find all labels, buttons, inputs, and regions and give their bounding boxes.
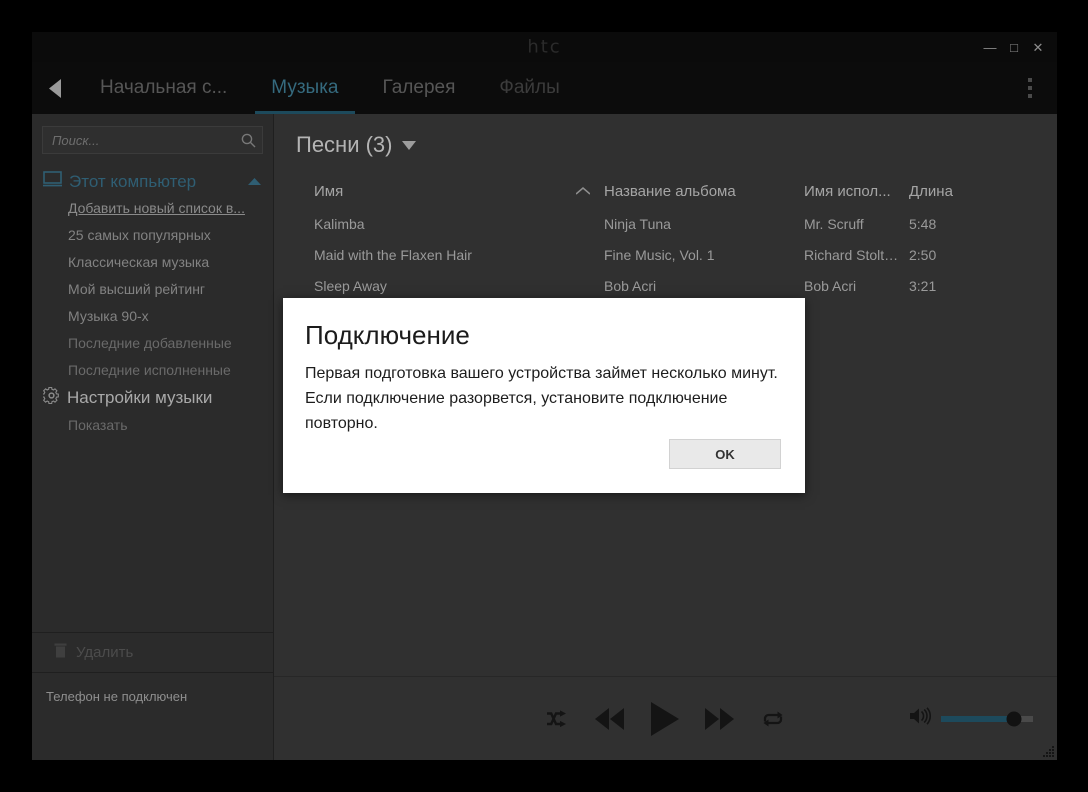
- sidebar-item-classical[interactable]: Классическая музыка: [32, 249, 273, 276]
- sidebar-item-add-playlist[interactable]: Добавить новый список в...: [32, 195, 273, 222]
- gear-icon: [41, 386, 60, 409]
- column-header-artist[interactable]: Имя испол...: [804, 183, 909, 200]
- tab-bar: Начальная с... Музыка Галерея Файлы: [32, 62, 1057, 114]
- close-button[interactable]: ✕: [1027, 35, 1049, 59]
- sidebar-item-show[interactable]: Показать: [32, 412, 273, 439]
- table-row[interactable]: Sleep Away Bob Acri Bob Acri 3:21: [274, 270, 1057, 301]
- cell-length: 5:48: [909, 215, 937, 232]
- minimize-button[interactable]: —: [979, 35, 1001, 59]
- delete-button[interactable]: Удалить: [32, 632, 273, 672]
- search-box[interactable]: [42, 126, 263, 154]
- volume-slider[interactable]: [941, 711, 1033, 726]
- sidebar-item-top-25[interactable]: 25 самых популярных: [32, 222, 273, 249]
- tab-files-label: Файлы: [499, 77, 560, 98]
- dot: [1028, 86, 1032, 90]
- track-table: Имя Название альбома Имя испол... Длина …: [274, 160, 1057, 301]
- search-container: [32, 114, 273, 160]
- volume-slider-knob[interactable]: [1006, 711, 1022, 726]
- chevron-up-icon[interactable]: [248, 173, 261, 191]
- htc-logo: htc: [527, 36, 562, 58]
- delete-button-label: Удалить: [76, 644, 134, 661]
- connection-dialog: Подключение Первая подготовка вашего уст…: [283, 298, 805, 493]
- sidebar-item-recently-added[interactable]: Последние добавленные: [32, 330, 273, 357]
- table-row[interactable]: Kalimba Ninja Tuna Mr. Scruff 5:48: [274, 208, 1057, 239]
- connection-status-bar: Телефон не подключен: [32, 672, 273, 760]
- sidebar-item-90s-music[interactable]: Музыка 90-х: [32, 303, 273, 330]
- tab-gallery-label: Галерея: [382, 77, 456, 98]
- dialog-title: Подключение: [305, 320, 470, 350]
- cell-name: Kalimba: [314, 215, 365, 232]
- column-header-name[interactable]: Имя: [314, 183, 576, 200]
- volume-control: [910, 707, 1033, 730]
- content-header: Песни (3): [274, 114, 1057, 160]
- sidebar-item-top-rated[interactable]: Мой высший рейтинг: [32, 276, 273, 303]
- fast-forward-icon[interactable]: [704, 707, 735, 730]
- player-bar: [274, 676, 1057, 760]
- maximize-button[interactable]: □: [1003, 35, 1025, 59]
- cell-length: 2:50: [909, 246, 937, 263]
- sidebar-group-label: Этот компьютер: [69, 171, 197, 191]
- play-icon[interactable]: [650, 701, 679, 736]
- tab-music-label: Музыка: [271, 77, 339, 98]
- table-row[interactable]: Maid with the Flaxen Hair Fine Music, Vo…: [274, 239, 1057, 270]
- cell-length: 3:21: [909, 277, 937, 294]
- repeat-icon[interactable]: [761, 709, 785, 729]
- overflow-menu-icon[interactable]: [1017, 73, 1043, 103]
- tab-files[interactable]: Файлы: [477, 62, 581, 114]
- tab-gallery[interactable]: Галерея: [361, 62, 478, 114]
- volume-icon[interactable]: [910, 707, 932, 730]
- caret-down-icon[interactable]: [401, 140, 416, 150]
- table-header-row: Имя Название альбома Имя испол... Длина: [274, 174, 1057, 208]
- cell-album: Fine Music, Vol. 1: [604, 246, 715, 263]
- sidebar-item-recently-played[interactable]: Последние исполненные: [32, 357, 273, 384]
- shuffle-icon[interactable]: [546, 709, 569, 728]
- dot: [1028, 94, 1032, 98]
- navigation-list: Этот компьютер Добавить новый список в..…: [32, 160, 273, 632]
- tab-music[interactable]: Музыка: [249, 62, 360, 114]
- volume-slider-fill: [941, 715, 1014, 722]
- dialog-ok-button[interactable]: OK: [669, 439, 781, 469]
- monitor-icon: [43, 171, 62, 192]
- cell-album: Bob Acri: [604, 277, 657, 294]
- tab-home-label: Начальная с...: [100, 77, 228, 98]
- cell-name: Sleep Away: [314, 277, 387, 294]
- column-header-album[interactable]: Название альбома: [604, 183, 804, 200]
- sidebar-group-this-computer[interactable]: Этот компьютер: [32, 168, 273, 195]
- search-input[interactable]: [52, 132, 241, 148]
- column-header-length[interactable]: Длина: [909, 183, 979, 200]
- back-arrow-icon[interactable]: [32, 62, 78, 114]
- search-icon[interactable]: [241, 133, 256, 148]
- trash-icon: [54, 642, 67, 663]
- window-controls: — □ ✕: [979, 32, 1049, 62]
- cell-artist: Mr. Scruff: [804, 215, 864, 232]
- cell-artist: Richard Stoltzma...: [804, 246, 909, 263]
- rewind-icon[interactable]: [594, 707, 625, 730]
- transport-controls: [546, 701, 785, 736]
- page-title: Песни (3): [296, 132, 393, 157]
- cell-album: Ninja Tuna: [604, 215, 671, 232]
- cell-name: Maid with the Flaxen Hair: [314, 246, 472, 263]
- sort-ascending-icon[interactable]: [576, 187, 604, 195]
- connection-status-text: Телефон не подключен: [46, 689, 188, 704]
- title-bar[interactable]: htc — □ ✕: [32, 32, 1057, 62]
- cell-artist: Bob Acri: [804, 277, 857, 294]
- tab-home[interactable]: Начальная с...: [78, 62, 249, 114]
- sidebar-settings-label: Настройки музыки: [67, 388, 213, 407]
- sidebar-group-music-settings[interactable]: Настройки музыки: [32, 384, 273, 412]
- dialog-message: Первая подготовка вашего устройства займ…: [305, 365, 778, 432]
- sidebar: Этот компьютер Добавить новый список в..…: [32, 114, 274, 760]
- resize-grip[interactable]: [1041, 744, 1055, 758]
- dot: [1028, 78, 1032, 82]
